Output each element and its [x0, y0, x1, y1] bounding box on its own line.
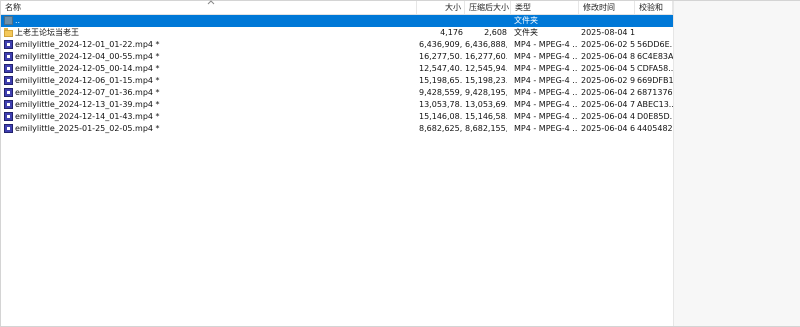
column-header-modified[interactable]: 修改时间 — [579, 1, 635, 14]
file-size: 13,053,78... — [419, 100, 463, 109]
video-file-icon — [4, 100, 13, 109]
packed-size: 12,545,94... — [465, 64, 507, 73]
column-header-type[interactable]: 类型 — [511, 1, 579, 14]
file-type: MP4 - MPEG-4 ... — [514, 88, 577, 97]
file-type: 文件夹 — [514, 28, 538, 37]
file-type: MP4 - MPEG-4 ... — [514, 100, 577, 109]
file-row[interactable]: emilylittle_2024-12-01_01-22.mp4 * 6,436,… — [1, 39, 673, 51]
file-row[interactable]: emilylittle_2024-12-04_00-55.mp4 * 16,277… — [1, 51, 673, 63]
file-size: 4,176 — [440, 28, 463, 37]
file-type: MP4 - MPEG-4 ... — [514, 40, 577, 49]
modified-time: 2025-06-02 5... — [581, 40, 635, 49]
file-size: 12,547,40... — [419, 64, 463, 73]
packed-size: 6,436,888,... — [465, 40, 507, 49]
file-size — [419, 15, 463, 27]
modified-time: 2025-06-04 6... — [581, 124, 635, 133]
file-row[interactable]: 上老王论坛当老王 4,176 2,608 文件夹 2025-08-04 1... — [1, 27, 673, 39]
video-file-icon — [4, 76, 13, 85]
file-type: MP4 - MPEG-4 ... — [514, 64, 577, 73]
packed-size — [465, 15, 507, 27]
file-size: 15,198,65... — [419, 76, 463, 85]
checksum: ABEC13... — [637, 100, 673, 109]
packed-size: 13,053,69... — [465, 100, 507, 109]
packed-size: 15,198,23... — [465, 76, 507, 85]
file-row[interactable]: emilylittle_2024-12-14_01-43.mp4 * 15,146… — [1, 111, 673, 123]
checksum: 56DD6E... — [637, 40, 673, 49]
folder-icon — [4, 28, 13, 37]
file-name: emilylittle_2025-01-25_02-05.mp4 * — [15, 124, 160, 133]
file-size: 16,277,50... — [419, 52, 463, 61]
right-pane — [673, 1, 800, 326]
video-file-icon — [4, 52, 13, 61]
column-header-size[interactable]: 大小 — [417, 1, 465, 14]
file-type: MP4 - MPEG-4 ... — [514, 52, 577, 61]
checksum: CDFA58... — [637, 64, 673, 73]
file-type: MP4 - MPEG-4 ... — [514, 112, 577, 121]
modified-time: 2025-06-04 4... — [581, 112, 635, 121]
archive-file-list-window: 名称 大小 压缩后大小 类型 修改时间 校验和 .. 文件夹 上老王论坛当老王 4,1… — [0, 0, 800, 327]
checksum: 6871376C — [637, 88, 673, 97]
modified-time: 2025-08-04 1... — [581, 28, 635, 37]
modified-time — [581, 15, 635, 27]
file-size: 9,428,559,... — [419, 88, 463, 97]
file-row[interactable]: emilylittle_2024-12-05_00-14.mp4 * 12,547… — [1, 63, 673, 75]
video-file-icon — [4, 112, 13, 121]
file-name: emilylittle_2024-12-01_01-22.mp4 * — [15, 40, 160, 49]
modified-time: 2025-06-02 9... — [581, 76, 635, 85]
modified-time: 2025-06-04 2... — [581, 88, 635, 97]
file-size: 6,436,909,... — [419, 40, 463, 49]
column-header-checksum[interactable]: 校验和 — [635, 1, 673, 14]
column-header-packed-size[interactable]: 压缩后大小 — [465, 1, 511, 14]
parent-folder-row[interactable]: .. 文件夹 — [1, 15, 673, 27]
checksum: 6C4E83A3 — [637, 52, 673, 61]
file-name: emilylittle_2024-12-05_00-14.mp4 * — [15, 64, 160, 73]
file-row[interactable]: emilylittle_2024-12-07_01-36.mp4 * 9,428,… — [1, 87, 673, 99]
file-name: emilylittle_2024-12-04_00-55.mp4 * — [15, 52, 160, 61]
file-size: 15,146,08... — [419, 112, 463, 121]
video-file-icon — [4, 88, 13, 97]
file-name: emilylittle_2024-12-13_01-39.mp4 * — [15, 100, 160, 109]
video-file-icon — [4, 40, 13, 49]
checksum: 4405482E — [637, 124, 673, 133]
file-name: emilylittle_2024-12-14_01-43.mp4 * — [15, 112, 160, 121]
packed-size: 16,277,60... — [465, 52, 507, 61]
file-row[interactable]: emilylittle_2024-12-13_01-39.mp4 * 13,053… — [1, 99, 673, 111]
modified-time: 2025-06-04 7... — [581, 100, 635, 109]
file-name: 上老王论坛当老王 — [15, 28, 79, 37]
checksum: D0E85D... — [637, 112, 673, 121]
packed-size: 2,608 — [484, 28, 507, 37]
modified-time: 2025-06-04 8... — [581, 52, 635, 61]
packed-size: 8,682,155,... — [465, 124, 507, 133]
column-header-row: 名称 大小 压缩后大小 类型 修改时间 校验和 — [1, 0, 673, 15]
video-file-icon — [4, 64, 13, 73]
file-name: .. — [15, 16, 21, 25]
file-row[interactable]: emilylittle_2025-01-25_02-05.mp4 * 8,682,… — [1, 123, 673, 135]
up-folder-icon — [4, 16, 13, 25]
file-type: 文件夹 — [514, 16, 538, 25]
packed-size: 15,146,58... — [465, 112, 507, 121]
sort-ascending-icon — [207, 0, 215, 5]
file-row[interactable]: emilylittle_2024-12-06_01-15.mp4 * 15,198… — [1, 75, 673, 87]
file-type: MP4 - MPEG-4 ... — [514, 76, 577, 85]
file-name: emilylittle_2024-12-06_01-15.mp4 * — [15, 76, 160, 85]
checksum — [637, 27, 673, 39]
file-size: 8,682,625,... — [419, 124, 463, 133]
file-name: emilylittle_2024-12-07_01-36.mp4 * — [15, 88, 160, 97]
packed-size: 9,428,195,... — [465, 88, 507, 97]
checksum: 669DFB1E — [637, 76, 673, 85]
video-file-icon — [4, 124, 13, 133]
modified-time: 2025-06-04 5... — [581, 64, 635, 73]
file-type: MP4 - MPEG-4 ... — [514, 124, 577, 133]
checksum — [637, 15, 673, 27]
